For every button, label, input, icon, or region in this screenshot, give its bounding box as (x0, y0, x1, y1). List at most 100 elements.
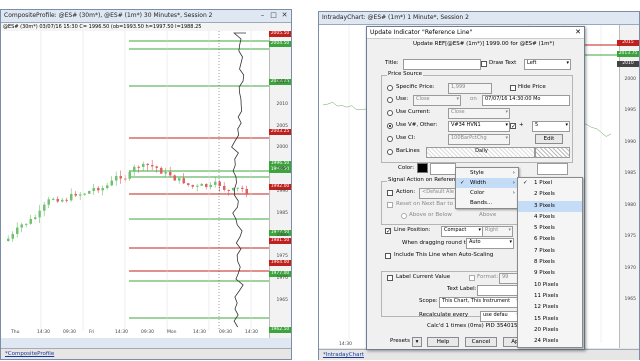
check-icon: ✓ (460, 178, 465, 188)
help-button[interactable]: Help (427, 337, 459, 347)
use-var-label: Use V#, Other: (396, 122, 437, 128)
candle (192, 185, 195, 187)
width-option-2[interactable]: 3 Pixels (518, 201, 582, 212)
right-price-axis[interactable]: 20152013.752010 200019951990198519801975… (619, 25, 639, 348)
use-current-radio[interactable] (387, 110, 393, 116)
use-var-radio[interactable] (387, 123, 393, 129)
date-input[interactable]: 07/07/16 14:30:00 Mo (482, 95, 570, 106)
candle (210, 185, 213, 187)
draw-text-position-select[interactable]: Left (524, 59, 571, 70)
width-option-4[interactable]: 5 Pixels (518, 223, 582, 234)
cancel-button[interactable]: Cancel (465, 337, 497, 347)
specific-price-radio[interactable] (387, 85, 393, 91)
scope-select[interactable]: This Chart, This Instrument (439, 297, 521, 308)
width-option-8[interactable]: 9 Pixels (518, 268, 582, 279)
offset-select[interactable]: 5 (532, 121, 570, 132)
width-option-0[interactable]: ✓1 Pixel (518, 178, 582, 189)
context-menu-item-2[interactable]: Color› (456, 188, 518, 198)
left-window-title: CompositeProfile: @ES# (30m*), @ES# (1m*… (4, 12, 213, 19)
use-current-select[interactable]: Close (448, 108, 510, 119)
width-option-12[interactable]: 15 Pixels (518, 314, 582, 325)
left-price-label: 1964.00 (269, 260, 291, 266)
price-line-segment (587, 125, 592, 128)
edit-button[interactable]: Edit (535, 134, 563, 144)
recalc-label: Recalculate every (419, 312, 468, 318)
right-window-titlebar[interactable]: IntradayChart: @ES# (1m*) 1 Minute*, Ses… (319, 12, 639, 25)
barlines-pattern[interactable] (535, 147, 570, 158)
barlines-select[interactable]: Daily (426, 147, 535, 158)
reset-checkbox[interactable] (387, 202, 393, 208)
right-tab-bar: *IntradayChart (319, 349, 639, 360)
above-below-radio[interactable] (401, 213, 407, 219)
width-option-14[interactable]: 24 Pixels (518, 336, 582, 347)
width-option-10[interactable]: 11 Pixels (518, 291, 582, 302)
title-input[interactable] (403, 59, 481, 70)
line-width-select[interactable] (537, 163, 568, 175)
left-price-tick: 2000 (277, 145, 288, 150)
candle (97, 188, 100, 190)
draw-text-checkbox[interactable] (481, 61, 487, 67)
width-option-13[interactable]: 20 Pixels (518, 325, 582, 336)
candle (75, 194, 78, 196)
offset-checkbox[interactable]: ✓ (510, 123, 516, 129)
time-label: 09:30 (219, 329, 232, 335)
include-autoscale-checkbox[interactable] (385, 253, 391, 259)
recalc-select[interactable]: use defau (480, 311, 521, 322)
dragging-select[interactable]: Auto (466, 238, 514, 249)
left-price-axis[interactable]: 2005.502004.502013.752003.251996.501993.… (269, 31, 291, 338)
left-price-label: 1981.50 (269, 238, 291, 244)
candle (219, 182, 222, 186)
line-position-checkbox[interactable]: ✓ (385, 228, 391, 234)
time-label: 14:30 (193, 329, 206, 335)
maximize-icon[interactable]: □ (269, 11, 278, 20)
specific-price-input[interactable]: 1,999 (448, 83, 492, 94)
color-swatch[interactable] (417, 163, 428, 173)
width-option-7[interactable]: 8 Pixels (518, 257, 582, 268)
context-menu-item-3[interactable]: Bands... (456, 198, 518, 208)
dialog-titlebar[interactable]: Update Indicator "Reference Line" ✕ (367, 27, 584, 39)
use-ci-radio[interactable] (387, 136, 393, 142)
use-ci-select[interactable]: 100BarPctChg (448, 134, 510, 145)
close-icon[interactable]: ✕ (280, 11, 289, 20)
line-style-select[interactable] (430, 163, 456, 175)
width-option-6[interactable]: 7 Pixels (518, 246, 582, 257)
right-chart-tab[interactable]: *IntradayChart (323, 352, 364, 358)
context-menu-item-1[interactable]: ✓Width› (456, 178, 518, 188)
left-price-tick: 1965 (277, 298, 288, 303)
price-line-segment (601, 133, 606, 137)
dialog-close-icon[interactable]: ✕ (575, 27, 581, 38)
action-checkbox[interactable] (387, 190, 393, 196)
label-current-checkbox[interactable] (387, 275, 393, 281)
calc-info: Calc'd 1 times (0ms) PID 35401599 (427, 323, 524, 329)
use-var-select[interactable]: V#34 HVN1 (448, 121, 510, 132)
left-price-tick: 2015 (277, 80, 288, 85)
candle (246, 189, 249, 195)
use-select[interactable]: Close (413, 95, 461, 106)
right-select[interactable]: Right (482, 226, 513, 237)
left-chart-plot[interactable]: Thu14:3009:30Fri14:3009:30Mon14:3009:301… (1, 31, 269, 338)
text-label-input[interactable] (477, 285, 521, 296)
use-radio[interactable] (387, 97, 393, 103)
left-chart-tab[interactable]: *CompositeProfile (5, 351, 54, 357)
format-checkbox[interactable] (469, 275, 475, 281)
left-window-titlebar[interactable]: CompositeProfile: @ES# (30m*), @ES# (1m*… (1, 10, 291, 23)
presets-button[interactable]: Presets (387, 337, 413, 347)
candle (34, 217, 37, 219)
candle (21, 224, 24, 227)
candle (84, 194, 87, 195)
left-price-chart[interactable]: Thu14:3009:30Fri14:3009:30Mon14:3009:301… (1, 31, 269, 338)
width-option-11[interactable]: 12 Pixels (518, 302, 582, 313)
hide-price-checkbox[interactable] (510, 85, 516, 91)
context-menu-item-0[interactable]: Style› (456, 168, 518, 178)
left-price-tick: 1980 (277, 233, 288, 238)
width-option-3[interactable]: 4 Pixels (518, 212, 582, 223)
presets-dropdown-icon[interactable]: ▾ (412, 337, 422, 347)
width-option-5[interactable]: 6 Pixels (518, 234, 582, 245)
line-position-select[interactable]: Compact (441, 226, 483, 237)
minimize-icon[interactable]: – (258, 11, 267, 20)
barlines-radio[interactable] (387, 149, 393, 155)
candle (156, 166, 159, 167)
width-option-label: 20 Pixels (534, 327, 558, 333)
width-option-1[interactable]: 2 Pixels (518, 189, 582, 200)
width-option-9[interactable]: 10 Pixels (518, 280, 582, 291)
